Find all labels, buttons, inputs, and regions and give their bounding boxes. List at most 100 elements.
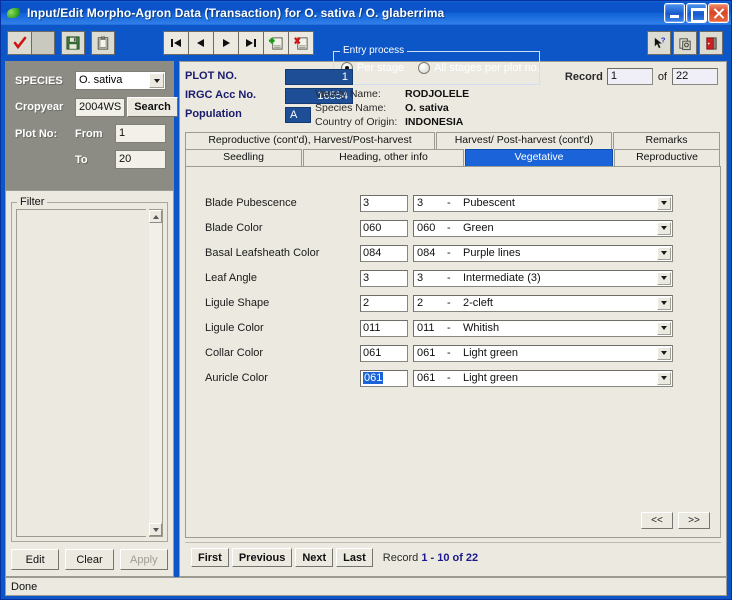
main-panel: PLOT NO. 1 IRGC Acc No. 16554 Population… [179, 61, 727, 577]
filter-list[interactable] [16, 209, 146, 537]
form-row: Basal Leafsheath Color 084 084- Purple li… [186, 244, 720, 262]
record-total-input: 22 [672, 68, 718, 85]
option-dash: - [447, 196, 451, 209]
first-button[interactable]: First [191, 548, 229, 567]
code-input-basal-leafsheath-color[interactable]: 084 [360, 244, 408, 262]
page-next-button[interactable]: >> [678, 512, 710, 529]
filter-scrollbar[interactable] [149, 209, 163, 537]
previous-button[interactable]: Previous [231, 548, 293, 567]
print-copy-icon[interactable] [673, 31, 697, 55]
add-record-icon[interactable] [263, 31, 289, 55]
blank-icon[interactable] [31, 31, 55, 55]
chevron-down-icon[interactable] [657, 296, 671, 310]
record-counter: Record 1 of 22 [565, 68, 718, 85]
select-ligule-color[interactable]: 011- Whitish [413, 319, 673, 337]
plotno-from-input[interactable]: 1 [115, 124, 166, 143]
filter-buttons: Edit Clear Apply [11, 549, 168, 570]
plotno-from-label: From [75, 127, 103, 140]
minimize-icon[interactable] [664, 3, 685, 23]
clear-button[interactable]: Clear [65, 549, 114, 570]
population-value[interactable]: A [285, 107, 311, 123]
field-label-collar-color: Collar Color [205, 347, 264, 359]
select-basal-leafsheath-color[interactable]: 084- Purple lines [413, 244, 673, 262]
previous-record-icon[interactable] [188, 31, 214, 55]
record-number-input[interactable]: 1 [606, 68, 653, 85]
maximize-icon[interactable] [686, 3, 707, 23]
select-leaf-angle[interactable]: 3 - Intermediate (3) [413, 269, 673, 287]
next-record-icon[interactable] [213, 31, 239, 55]
tab-remarks[interactable]: Remarks [613, 132, 720, 149]
chevron-down-icon[interactable] [657, 246, 671, 260]
select-collar-color[interactable]: 061- Light green [413, 344, 673, 362]
select-blade-color[interactable]: 060- Green [413, 219, 673, 237]
chevron-down-icon[interactable] [657, 321, 671, 335]
cropyear-input[interactable]: 2004WS [75, 97, 126, 117]
option-code: 2 [417, 296, 424, 309]
species-row: SPECIES O. sativa [15, 71, 166, 90]
chevron-down-icon[interactable] [657, 221, 671, 235]
country-of-origin-label: Country of Origin: [315, 116, 398, 128]
chevron-down-icon[interactable] [657, 271, 671, 285]
code-input-blade-pubescence[interactable]: 3 [360, 194, 408, 212]
tab-seedling[interactable]: Seedling [185, 149, 302, 166]
chevron-down-icon[interactable] [657, 346, 671, 360]
red-check-icon[interactable] [7, 31, 31, 55]
first-record-icon[interactable] [163, 31, 189, 55]
scroll-up-icon[interactable] [149, 210, 162, 223]
tab-harvest-postharvest-contd[interactable]: Harvest/ Post-harvest (cont'd) [436, 132, 612, 149]
chevron-down-icon[interactable] [149, 73, 164, 88]
code-input-leaf-angle[interactable]: 3 [360, 269, 408, 287]
last-record-icon[interactable] [238, 31, 264, 55]
next-button[interactable]: Next [295, 548, 334, 567]
tab-reproductive-harvest[interactable]: Reproductive (cont'd), Harvest/Post-harv… [185, 132, 435, 149]
chevron-down-icon[interactable] [657, 371, 671, 385]
chevron-down-icon[interactable] [657, 196, 671, 210]
tab-heading-other-info[interactable]: Heading, other info [303, 149, 464, 166]
cropyear-label: Cropyear [15, 101, 64, 113]
field-label-ligule-color: Ligule Color [205, 322, 264, 334]
entry-process-legend: Entry process [340, 45, 408, 56]
form-row: Blade Pubescence 3 3 - Pubescent [186, 194, 720, 212]
record-navigation-group [163, 31, 314, 55]
irgc-acc-no-label: IRGC Acc No. [185, 89, 257, 101]
filter-panel: Filter Edit Clear Apply [5, 190, 174, 577]
last-button[interactable]: Last [336, 548, 373, 567]
code-input-auricle-color[interactable]: 061 [360, 369, 408, 387]
species-select[interactable]: O. sativa [75, 71, 166, 90]
select-ligule-shape[interactable]: 2 -2-cleft [413, 294, 673, 312]
page-prev-button[interactable]: << [641, 512, 673, 529]
vegetative-form: Blade Pubescence 3 3- Pubescent Blade Col… [185, 166, 721, 538]
plot-no-value[interactable]: 1 [285, 69, 353, 85]
plotno-to-input[interactable]: 20 [115, 150, 166, 169]
code-input-ligule-shape[interactable]: 2 [360, 294, 408, 312]
code-input-blade-color[interactable]: 060 [360, 219, 408, 237]
help-arrow-icon[interactable]: ? [647, 31, 671, 55]
edit-button[interactable]: Edit [11, 549, 60, 570]
filter-group: Filter [11, 196, 168, 542]
option-text: Purple lines [463, 246, 521, 259]
exit-door-icon[interactable] [699, 31, 723, 55]
clipboard-icon[interactable] [91, 31, 115, 55]
option-text: Pubescent [463, 196, 515, 209]
plotno-label: Plot No: [15, 127, 58, 140]
field-label-blade-color: Blade Color [205, 222, 263, 234]
field-label-ligule-shape: Ligule Shape [205, 297, 270, 309]
close-icon[interactable] [708, 3, 729, 23]
option-dash: - [447, 271, 451, 284]
floppy-save-icon[interactable] [61, 31, 85, 55]
country-of-origin-value: INDONESIA [405, 116, 464, 128]
code-input-ligule-color[interactable]: 011 [360, 319, 408, 337]
code-input-collar-color[interactable]: 061 [360, 344, 408, 362]
delete-record-icon[interactable] [288, 31, 314, 55]
plotno-to-row: To 20 [15, 150, 166, 169]
application-window: Input/Edit Morpho-Agron Data (Transactio… [0, 0, 732, 600]
select-auricle-color[interactable]: 061- Light green [413, 369, 673, 387]
option-dash: - [447, 221, 451, 234]
option-text: Light green [463, 371, 519, 384]
scroll-down-icon[interactable] [149, 523, 162, 536]
tab-reproductive[interactable]: Reproductive [614, 149, 720, 166]
search-button[interactable]: Search [127, 97, 178, 117]
select-blade-pubescence[interactable]: 3 - Pubescent [413, 194, 673, 212]
tab-vegetative[interactable]: Vegetative [465, 149, 613, 166]
form-row: Auricle Color 061 061- Light green [186, 369, 720, 387]
